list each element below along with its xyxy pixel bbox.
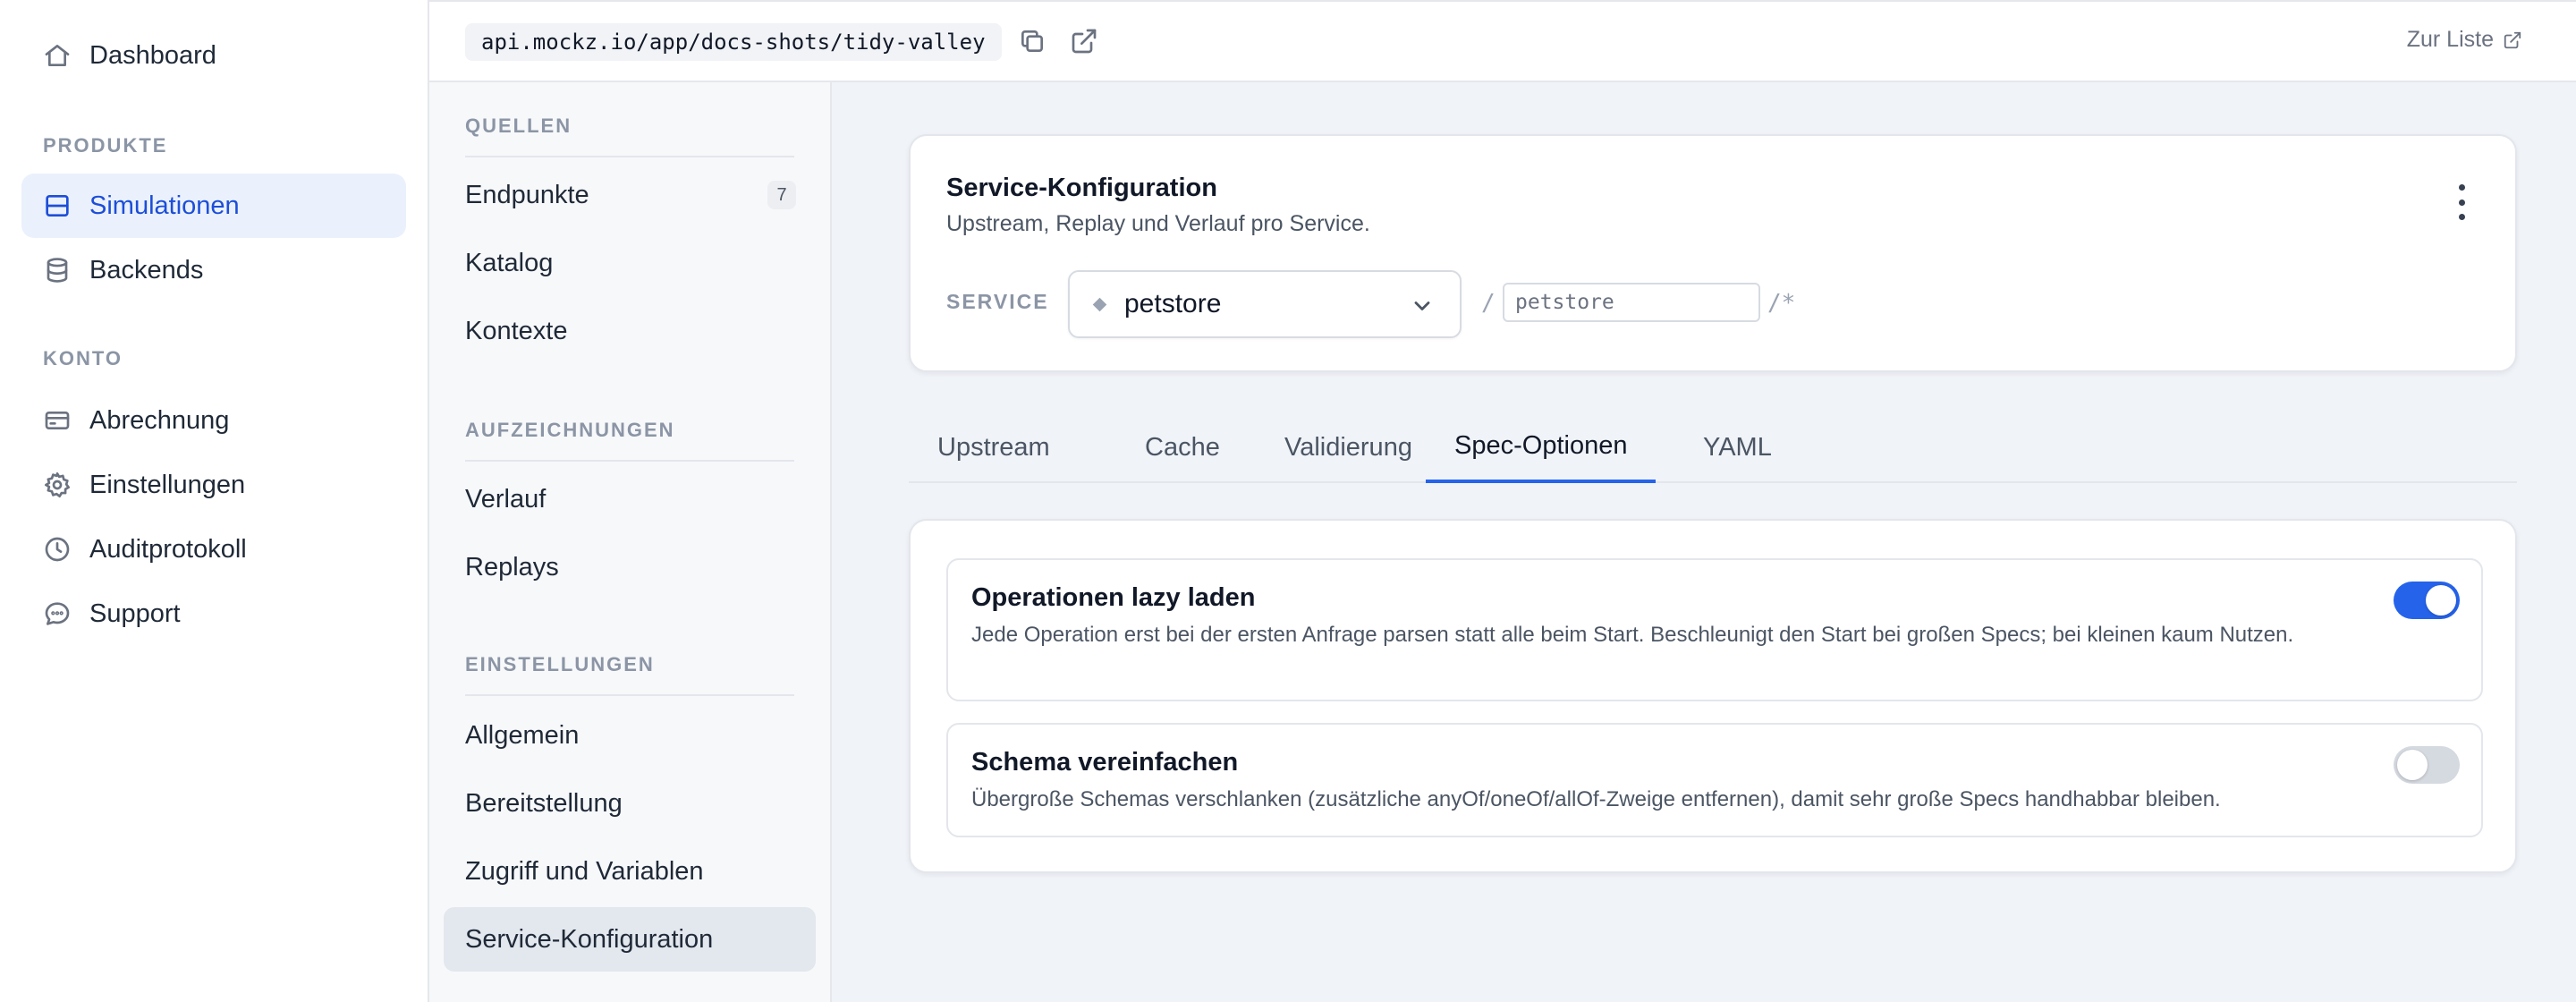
path-prefix: /: [1481, 290, 1496, 317]
subnav-heading-sources: QUELLEN: [465, 115, 794, 157]
to-list-label: Zur Liste: [2406, 27, 2494, 52]
to-list-link[interactable]: Zur Liste: [2407, 27, 2522, 53]
option-lazy-load-description: Jede Operation erst bei der ersten Anfra…: [971, 623, 2294, 647]
subnav-item-replays-label: Replays: [465, 552, 559, 582]
service-card-subtitle: Upstream, Replay und Verlauf pro Service…: [946, 211, 1370, 236]
service-path-input[interactable]: [1503, 283, 1760, 322]
option-lazy-load: Operationen lazy laden Jede Operation er…: [946, 558, 2483, 701]
nav-dashboard[interactable]: Dashboard: [21, 23, 406, 88]
option-lazy-load-title: Operationen lazy laden: [971, 583, 1256, 612]
gear-icon: [43, 471, 72, 499]
copy-icon[interactable]: [1018, 27, 1046, 55]
subnav-item-endpunkte[interactable]: Endpunkte 7: [444, 163, 816, 227]
app-root: Dashboard PRODUKTE Simulationen Backends…: [0, 0, 2576, 1002]
subnav-item-verlauf-label: Verlauf: [465, 484, 547, 514]
service-select-value: petstore: [1124, 289, 1222, 318]
subnav-item-allgemein-label: Allgemein: [465, 720, 580, 750]
option-simplify-schema-title: Schema vereinfachen: [971, 748, 1239, 777]
more-options-icon[interactable]: [2456, 184, 2467, 220]
external-link-icon[interactable]: [1070, 27, 1098, 55]
external-link-small-icon: [2504, 31, 2521, 48]
tab-validierung[interactable]: Validierung: [1256, 412, 1441, 483]
nav-backends[interactable]: Backends: [21, 238, 406, 302]
nav-section-account: KONTO: [43, 347, 123, 369]
subnav-item-katalog-label: Katalog: [465, 248, 554, 277]
tab-spec-optionen[interactable]: Spec-Optionen: [1426, 412, 1657, 483]
tab-upstream[interactable]: Upstream: [909, 412, 1079, 483]
nav-auditprotokoll-label: Auditprotokoll: [89, 534, 247, 564]
path-suffix: /*: [1767, 290, 1796, 317]
top-bar: api.mockz.io/app/docs-shots/tidy-valley …: [429, 0, 2576, 82]
subnav-item-kontexte[interactable]: Kontexte: [444, 299, 816, 363]
subnav-item-allgemein[interactable]: Allgemein: [444, 703, 816, 768]
nav-einstellungen[interactable]: Einstellungen: [21, 453, 406, 517]
chat-icon: [43, 599, 72, 628]
service-field-label: SERVICE: [946, 290, 1049, 313]
toggle-knob: [2426, 585, 2456, 616]
subnav-item-bereitstellung-label: Bereitstellung: [465, 788, 623, 818]
database-icon: [43, 256, 72, 284]
subnav-item-service-konfiguration-label: Service-Konfiguration: [465, 924, 714, 954]
spec-options-card: Operationen lazy laden Jede Operation er…: [909, 519, 2517, 873]
subnav-item-zugriff-label: Zugriff und Variablen: [465, 856, 704, 886]
secondary-nav: QUELLEN Endpunkte 7 Katalog Kontexte AUF…: [429, 82, 832, 1002]
app-url: api.mockz.io/app/docs-shots/tidy-valley: [465, 23, 1002, 61]
nav-abrechnung-label: Abrechnung: [89, 405, 230, 435]
option-simplify-schema-description: Übergroße Schemas verschlanken (zusätzli…: [971, 787, 2221, 811]
option-simplify-schema: Schema vereinfachen Übergroße Schemas ve…: [946, 723, 2483, 837]
credit-card-icon: [43, 406, 72, 435]
nav-section-products: PRODUKTE: [43, 134, 168, 157]
lazy-load-toggle[interactable]: [2394, 582, 2460, 619]
subnav-item-endpunkte-label: Endpunkte: [465, 180, 589, 209]
nav-abrechnung[interactable]: Abrechnung: [21, 388, 406, 453]
config-tabs: Upstream Cache Validierung Spec-Optionen…: [909, 412, 2517, 483]
subnav-heading-recordings: AUFZEICHNUNGEN: [465, 419, 794, 462]
subnav-item-zugriff[interactable]: Zugriff und Variablen: [444, 839, 816, 904]
nav-auditprotokoll[interactable]: Auditprotokoll: [21, 517, 406, 582]
endpoint-count-badge: 7: [767, 181, 796, 209]
service-card-title: Service-Konfiguration: [946, 174, 1217, 202]
subnav-item-katalog[interactable]: Katalog: [444, 231, 816, 295]
subnav-heading-settings: EINSTELLUNGEN: [465, 653, 794, 696]
nav-simulationen[interactable]: Simulationen: [21, 174, 406, 238]
service-config-card: Service-Konfiguration Upstream, Replay u…: [909, 134, 2517, 372]
clock-icon: [43, 535, 72, 564]
tab-yaml[interactable]: YAML: [1674, 412, 1801, 483]
chevron-down-icon: [1410, 293, 1435, 318]
nav-simulationen-label: Simulationen: [89, 191, 240, 220]
service-select[interactable]: petstore: [1068, 270, 1462, 338]
toggle-knob: [2397, 750, 2428, 780]
subnav-item-kontexte-label: Kontexte: [465, 316, 568, 345]
layout-icon: [43, 191, 72, 220]
subnav-item-service-konfiguration[interactable]: Service-Konfiguration: [444, 907, 816, 972]
service-diamond-icon: [1092, 297, 1107, 311]
nav-backends-label: Backends: [89, 255, 204, 284]
subnav-item-bereitstellung[interactable]: Bereitstellung: [444, 771, 816, 836]
simplify-schema-toggle[interactable]: [2394, 746, 2460, 784]
nav-einstellungen-label: Einstellungen: [89, 470, 246, 499]
main-sidebar: Dashboard PRODUKTE Simulationen Backends…: [0, 0, 429, 1002]
nav-support-label: Support: [89, 599, 181, 628]
tab-cache[interactable]: Cache: [1116, 412, 1249, 483]
subnav-item-verlauf[interactable]: Verlauf: [444, 467, 816, 531]
home-icon: [43, 41, 72, 70]
nav-dashboard-label: Dashboard: [89, 40, 216, 70]
nav-support[interactable]: Support: [21, 582, 406, 646]
subnav-item-replays[interactable]: Replays: [444, 535, 816, 599]
